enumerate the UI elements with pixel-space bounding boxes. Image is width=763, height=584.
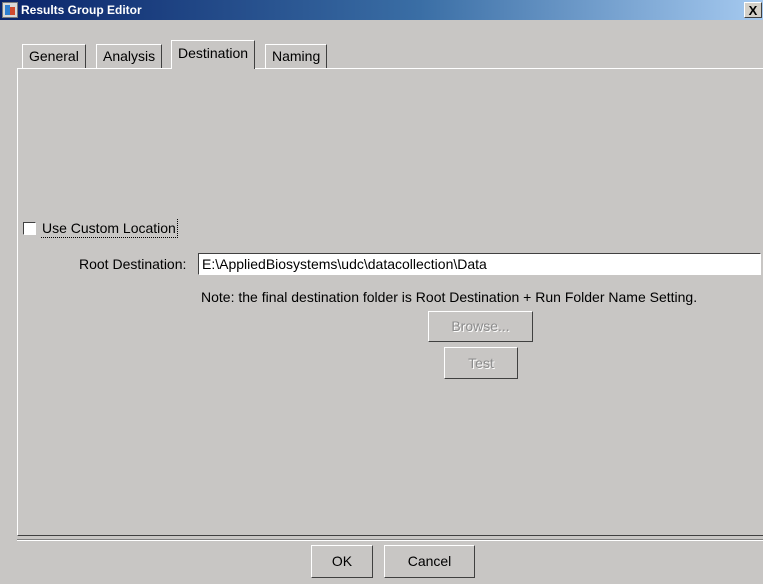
cancel-button[interactable]: Cancel — [384, 545, 475, 578]
root-destination-field[interactable] — [198, 253, 761, 275]
application-icon — [2, 2, 18, 18]
test-button[interactable]: Test — [444, 347, 518, 379]
use-custom-location-label[interactable]: Use Custom Location — [41, 219, 178, 238]
ok-button[interactable]: OK — [311, 545, 373, 578]
close-button[interactable]: X — [744, 2, 762, 18]
title-bar[interactable]: Results Group Editor X — [0, 0, 763, 20]
use-custom-location-checkbox[interactable] — [23, 222, 36, 235]
footer-divider — [17, 539, 763, 541]
root-destination-label: Root Destination: — [79, 256, 187, 272]
tab-destination[interactable]: Destination — [171, 40, 256, 69]
tab-general[interactable]: General — [22, 44, 86, 69]
window-title: Results Group Editor — [21, 3, 142, 17]
tab-naming[interactable]: Naming — [265, 44, 328, 69]
destination-note: Note: the final destination folder is Ro… — [201, 289, 698, 305]
browse-button[interactable]: Browse... — [428, 311, 533, 342]
tab-analysis[interactable]: Analysis — [96, 44, 163, 69]
